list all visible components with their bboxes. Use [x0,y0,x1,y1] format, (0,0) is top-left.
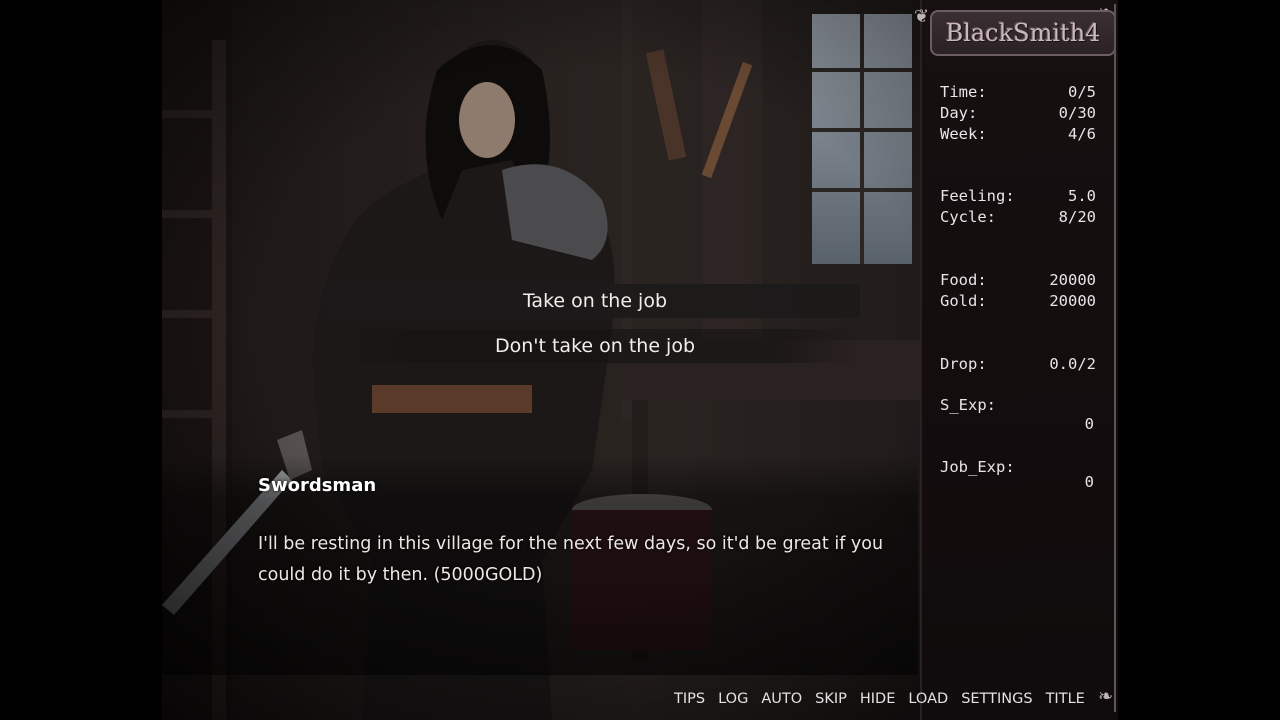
quick-menu-log[interactable]: LOG [718,691,748,707]
stat-week: Week: 4/6 [940,124,1096,144]
stat-s-exp-value: 0 [1084,415,1094,433]
stat-value: 0/5 [1068,83,1096,101]
stat-label: Gold: [940,292,987,310]
corner-ornament-icon: ❧ [1098,686,1114,707]
stat-time: Time: 0/5 [940,82,1096,102]
stat-drop: Drop: 0.0/2 [940,354,1096,374]
choice-decline-job[interactable]: Don't take on the job [330,329,860,363]
stat-label: Day: [940,104,978,122]
stat-label: Cycle: [940,208,996,226]
dialogue-text: I'll be resting in this village for the … [258,534,884,585]
choice-label: Don't take on the job [494,335,696,357]
quick-menu-skip[interactable]: SKIP [815,691,847,707]
game-logo: BlackSmith4 [930,10,1116,56]
game-screen: Take on the job Don't take on the job Sw… [162,0,1118,720]
stat-value: 0/30 [1058,104,1096,122]
stat-cycle: Cycle: 8/20 [940,207,1096,227]
panel-border [1114,4,1116,712]
stat-label: Drop: [940,355,987,373]
quick-menu-tips[interactable]: TIPS [674,691,705,707]
quick-menu-load[interactable]: LOAD [908,691,948,707]
stats-panel: ❦ ❧ BlackSmith4 Time: 0/5 Day: 0/30 Week… [914,0,1118,720]
stat-label: Feeling: [940,187,1015,205]
quick-menu-title[interactable]: TITLE [1046,691,1085,707]
stat-day: Day: 0/30 [940,103,1096,123]
dialogue-box[interactable]: Swordsman I'll be resting in this villag… [162,455,918,675]
stat-feeling: Feeling: 5.0 [940,186,1096,206]
choice-take-job[interactable]: Take on the job [330,284,860,318]
stat-label: Week: [940,125,987,143]
quick-menu-settings[interactable]: SETTINGS [961,691,1032,707]
choice-label: Take on the job [522,290,668,312]
stat-value: 0.0/2 [1049,355,1096,373]
stat-value: 5.0 [1068,187,1096,205]
stat-job-exp-value: 0 [1084,473,1094,491]
stat-gold: Gold: 20000 [940,291,1096,311]
stat-value: 20000 [1049,271,1096,289]
stat-label: Time: [940,83,987,101]
quick-menu-auto[interactable]: AUTO [761,691,802,707]
stat-s-exp-label: S_Exp: [940,395,1096,415]
stat-value: 20000 [1049,292,1096,310]
quick-menu-hide[interactable]: HIDE [860,691,896,707]
game-logo-text: BlackSmith4 [945,19,1101,47]
quick-menu: TIPS LOG AUTO SKIP HIDE LOAD SETTINGS TI… [674,691,1085,707]
stat-value: 4/6 [1068,125,1096,143]
stat-label: Food: [940,271,987,289]
speaker-name: Swordsman [258,475,377,496]
corner-ornament-icon: ❦ [914,6,930,27]
stat-label: S_Exp: [940,396,996,414]
stat-food: Food: 20000 [940,270,1096,290]
stat-value: 8/20 [1058,208,1096,226]
